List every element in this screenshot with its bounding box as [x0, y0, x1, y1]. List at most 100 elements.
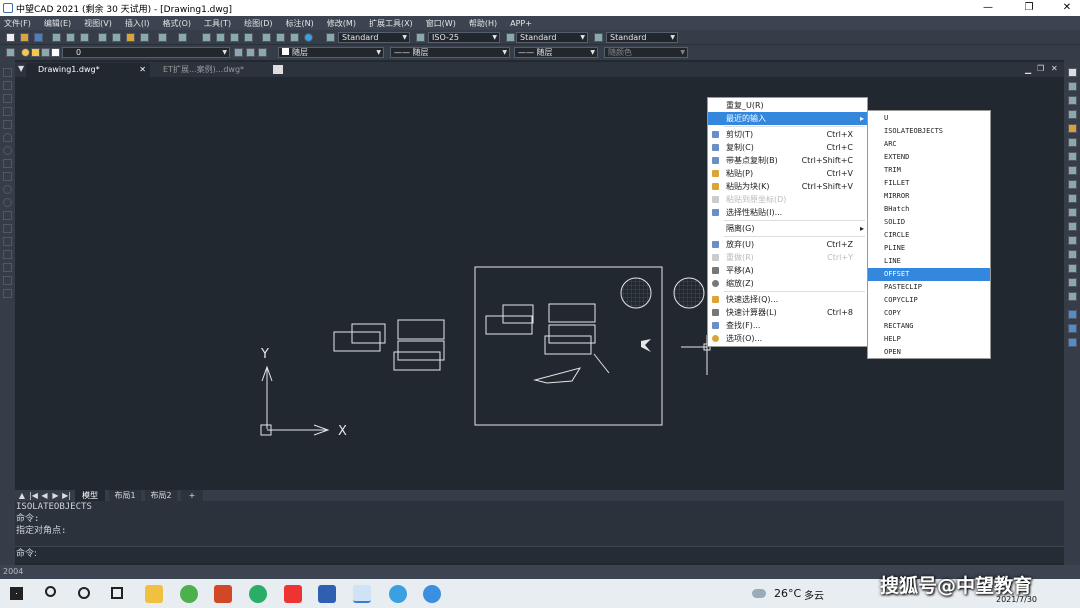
- tab-drawing1[interactable]: Drawing1.dwg* ✕: [26, 63, 150, 77]
- line-icon[interactable]: [3, 68, 12, 77]
- recent-command-item[interactable]: COPY: [868, 307, 990, 320]
- tabs-menu-icon[interactable]: ▼: [18, 64, 24, 73]
- scale-icon[interactable]: [1068, 166, 1077, 175]
- hatch-icon[interactable]: [3, 250, 12, 259]
- zoom-prev-icon[interactable]: [244, 33, 253, 42]
- menu-tools[interactable]: 工具(T): [204, 18, 231, 29]
- color-combo[interactable]: 随层 ▼: [278, 47, 384, 58]
- menu-calculator[interactable]: 快速计算器(L) Ctrl+8: [708, 306, 867, 319]
- rectangles-group-inner[interactable]: [485, 303, 610, 384]
- table-style-combo[interactable]: Standard ▼: [516, 32, 588, 43]
- recent-command-item[interactable]: MIRROR: [868, 190, 990, 203]
- menu-repeat[interactable]: 重复_U(R): [708, 99, 867, 112]
- powerpoint-icon[interactable]: [214, 585, 232, 603]
- recent-command-item[interactable]: PLINE: [868, 242, 990, 255]
- recent-command-item[interactable]: CIRCLE: [868, 229, 990, 242]
- rotate-icon[interactable]: [1068, 152, 1077, 161]
- chamfer-icon[interactable]: [1068, 250, 1077, 259]
- plotstyle-combo[interactable]: 随颜色 ▼: [604, 47, 688, 58]
- tabs-first-icon[interactable]: |◀: [29, 490, 38, 501]
- cut-icon[interactable]: [98, 33, 107, 42]
- new-tab-icon[interactable]: [273, 65, 283, 74]
- extend-icon[interactable]: [1068, 208, 1077, 217]
- text-style-combo[interactable]: Standard ▼: [338, 32, 410, 43]
- menu-paste-block[interactable]: 粘贴为块(K) Ctrl+Shift+V: [708, 180, 867, 193]
- wps-icon[interactable]: [284, 585, 302, 603]
- close-icon[interactable]: ✕: [1054, 0, 1080, 16]
- menu-quick-select[interactable]: 快速选择(Q)...: [708, 293, 867, 306]
- recent-command-item[interactable]: EXTEND: [868, 151, 990, 164]
- make-block-icon[interactable]: [3, 224, 12, 233]
- menu-help[interactable]: 帮助(H): [469, 18, 497, 29]
- dim-style-combo[interactable]: ISO-25 ▼: [428, 32, 500, 43]
- recent-command-item[interactable]: ISOLATEOBJECTS: [868, 125, 990, 138]
- menu-format[interactable]: 格式(O): [162, 18, 191, 29]
- array-icon[interactable]: [1068, 124, 1077, 133]
- tab-add[interactable]: +: [181, 490, 203, 501]
- menu-pan[interactable]: 平移(A): [708, 264, 867, 277]
- recent-command-item[interactable]: LINE: [868, 255, 990, 268]
- tabs-next-icon[interactable]: ▶: [51, 490, 60, 501]
- point-icon[interactable]: [3, 237, 12, 246]
- zwcad-icon-2[interactable]: [353, 585, 371, 603]
- table-icon[interactable]: [3, 289, 12, 298]
- menu-recent-input[interactable]: 最近的输入 ▸: [708, 112, 867, 125]
- sheetset-icon[interactable]: [304, 33, 313, 42]
- copy-object-icon[interactable]: [1068, 82, 1077, 91]
- doc-close-icon[interactable]: ✕: [1051, 64, 1058, 73]
- trim-icon[interactable]: [1068, 194, 1077, 203]
- recent-command-item[interactable]: BHatch: [868, 203, 990, 216]
- circle-icon[interactable]: [3, 146, 12, 155]
- tabs-last-icon[interactable]: ▶|: [62, 490, 71, 501]
- menu-find[interactable]: 查找(F)...: [708, 319, 867, 332]
- mirror-icon[interactable]: [1068, 96, 1077, 105]
- wechat-icon[interactable]: [249, 585, 267, 603]
- tool-palette-icon[interactable]: [290, 33, 299, 42]
- menu-options[interactable]: 选项(O)...: [708, 332, 867, 345]
- recent-command-item[interactable]: OFFSET: [868, 268, 990, 281]
- tab-layout2[interactable]: 布局2: [145, 490, 177, 501]
- pan-icon[interactable]: [202, 33, 211, 42]
- save-icon[interactable]: [34, 33, 43, 42]
- ellipse-arc-icon[interactable]: [3, 198, 12, 207]
- edit-icon[interactable]: [1068, 292, 1077, 301]
- menu-insert[interactable]: 插入(I): [125, 18, 150, 29]
- menu-cut[interactable]: 剪切(T) Ctrl+X: [708, 128, 867, 141]
- recent-command-item[interactable]: FILLET: [868, 177, 990, 190]
- menu-extension[interactable]: 扩展工具(X): [369, 18, 413, 29]
- zwcad-icon-1[interactable]: [318, 585, 336, 603]
- gradient-icon[interactable]: [3, 263, 12, 272]
- tab-model[interactable]: 模型: [75, 490, 105, 501]
- layer-iso-icon[interactable]: [258, 48, 267, 57]
- spline-icon[interactable]: [3, 172, 12, 181]
- mleader-style-combo[interactable]: Standard ▼: [606, 32, 678, 43]
- menu-view[interactable]: 视图(V): [84, 18, 112, 29]
- weather-temp[interactable]: 26°C: [774, 587, 801, 600]
- layer-match-icon[interactable]: [246, 48, 255, 57]
- menu-isolate[interactable]: 隔离(G) ▸: [708, 222, 867, 235]
- menu-modify[interactable]: 修改(M): [327, 18, 356, 29]
- menu-copy-base[interactable]: 带基点复制(B) Ctrl+Shift+C: [708, 154, 867, 167]
- layer-prev-icon[interactable]: [234, 48, 243, 57]
- zoom-window-icon[interactable]: [230, 33, 239, 42]
- layer-combo[interactable]: 0 ▼: [62, 47, 230, 58]
- menu-paste-special[interactable]: 选择性粘贴(I)...: [708, 206, 867, 219]
- doc-restore-icon[interactable]: ❐: [1037, 64, 1044, 73]
- preview-icon[interactable]: [66, 33, 75, 42]
- tabs-prev-icon[interactable]: ◀: [40, 490, 49, 501]
- tab-close-icon[interactable]: ✕: [139, 63, 146, 76]
- menu-app[interactable]: APP+: [510, 19, 532, 28]
- recent-command-item[interactable]: OPEN: [868, 346, 990, 359]
- recent-command-item[interactable]: ARC: [868, 138, 990, 151]
- break-icon[interactable]: [1068, 222, 1077, 231]
- tab-layout1[interactable]: 布局1: [109, 490, 141, 501]
- qq-browser-icon[interactable]: [389, 585, 407, 603]
- recent-command-item[interactable]: HELP: [868, 333, 990, 346]
- redo-icon[interactable]: [178, 33, 187, 42]
- polygon-icon[interactable]: [3, 107, 12, 116]
- maximize-icon[interactable]: ❐: [1016, 0, 1042, 16]
- explode-icon[interactable]: [1068, 278, 1077, 287]
- insert-block-icon[interactable]: [3, 211, 12, 220]
- recent-command-item[interactable]: SOLID: [868, 216, 990, 229]
- linetype-combo[interactable]: —— 随层 ▼: [390, 47, 510, 58]
